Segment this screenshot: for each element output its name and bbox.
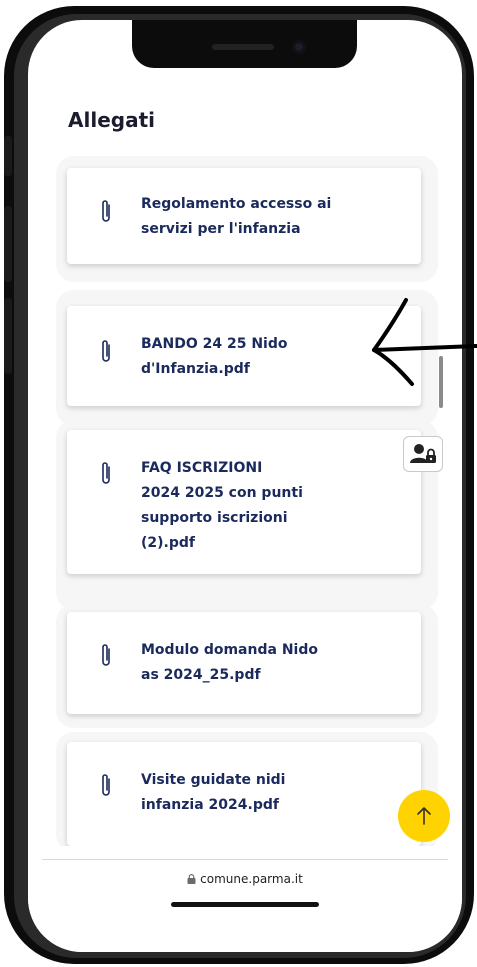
attachment-link[interactable]: Regolamento accesso ai servizi per l'inf… bbox=[141, 192, 371, 242]
paperclip-icon bbox=[102, 774, 110, 796]
browser-bottom-bar: comune.parma.it bbox=[28, 846, 462, 952]
attachment-card-wrapper: Visite guidate nidi infanzia 2024.pdf bbox=[56, 732, 438, 852]
paperclip-icon bbox=[102, 200, 110, 222]
paperclip-icon bbox=[102, 340, 110, 362]
section-title: Allegati bbox=[68, 108, 155, 132]
attachment-link[interactable]: FAQ ISCRIZIONI 2024 2025 con punti suppo… bbox=[141, 456, 306, 556]
annotation-arrow-icon bbox=[372, 298, 477, 386]
volume-up-button bbox=[4, 206, 12, 282]
phone-screen: Allegati Regolamento accesso ai servizi … bbox=[28, 20, 462, 952]
attachment-card-wrapper: Modulo domanda Nido as 2024_25.pdf bbox=[56, 604, 438, 728]
attachment-link[interactable]: Visite guidate nidi infanzia 2024.pdf bbox=[141, 768, 311, 818]
attachment-link[interactable]: BANDO 24 25 Nido d'Infanzia.pdf bbox=[141, 332, 371, 382]
notch bbox=[132, 20, 357, 68]
lock-icon bbox=[187, 874, 196, 884]
speaker-grille bbox=[212, 44, 274, 50]
home-indicator[interactable] bbox=[171, 902, 319, 907]
attachment-link[interactable]: Modulo domanda Nido as 2024_25.pdf bbox=[141, 638, 321, 688]
attachment-card[interactable]: FAQ ISCRIZIONI 2024 2025 con punti suppo… bbox=[67, 430, 421, 574]
attachment-card[interactable]: Visite guidate nidi infanzia 2024.pdf bbox=[67, 742, 421, 846]
phone-frame: Allegati Regolamento accesso ai servizi … bbox=[4, 6, 474, 964]
user-lock-icon bbox=[410, 444, 436, 463]
attachment-card-wrapper: FAQ ISCRIZIONI 2024 2025 con punti suppo… bbox=[56, 420, 438, 610]
divider bbox=[42, 859, 448, 860]
address-bar[interactable]: comune.parma.it bbox=[28, 872, 462, 886]
back-to-top-button[interactable] bbox=[398, 790, 450, 842]
user-lock-button[interactable] bbox=[403, 436, 443, 472]
paperclip-icon bbox=[102, 462, 110, 484]
attachment-card-wrapper: Regolamento accesso ai servizi per l'inf… bbox=[56, 156, 438, 282]
attachment-card[interactable]: Modulo domanda Nido as 2024_25.pdf bbox=[67, 612, 421, 714]
arrow-up-icon bbox=[417, 807, 431, 825]
volume-down-button bbox=[4, 298, 12, 374]
mute-switch bbox=[4, 136, 12, 176]
front-camera bbox=[292, 40, 306, 54]
paperclip-icon bbox=[102, 644, 110, 666]
url-text: comune.parma.it bbox=[200, 872, 303, 886]
attachment-card[interactable]: Regolamento accesso ai servizi per l'inf… bbox=[67, 168, 421, 264]
